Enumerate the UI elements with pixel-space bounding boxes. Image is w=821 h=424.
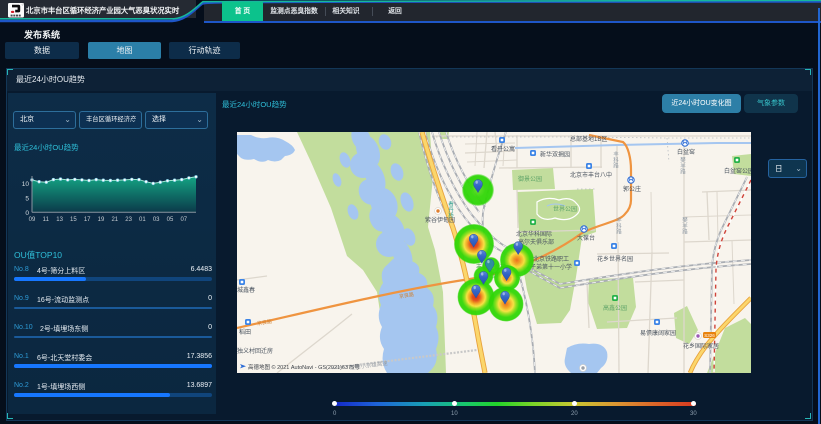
svg-text:郭公庄: 郭公庄 (623, 185, 641, 193)
svg-text:城鑫春: 城鑫春 (237, 286, 255, 294)
svg-text:白盆窑公园: 白盆窑公园 (724, 167, 751, 175)
svg-text:21: 21 (111, 217, 118, 223)
svg-text:北京华科国际: 北京华科国际 (516, 230, 552, 238)
svg-text:白盆窑: 白盆窑 (677, 148, 695, 156)
svg-text:11: 11 (43, 217, 50, 223)
svg-text:5: 5 (25, 195, 29, 202)
svg-text:丰: 丰 (616, 216, 622, 224)
svg-text:S326: S326 (704, 333, 715, 338)
svg-text:高鑫公园: 高鑫公园 (603, 304, 627, 312)
svg-text:路: 路 (613, 162, 619, 170)
svg-text:樊: 樊 (682, 216, 688, 224)
svg-text:易倶康阔家园: 易倶康阔家园 (640, 329, 676, 337)
svg-text:稻田: 稻田 (239, 328, 251, 336)
svg-text:高德地图 © 2021 AutoNavi - GS(2021: 高德地图 © 2021 AutoNavi - GS(2021)6375号 (248, 363, 360, 371)
svg-text:23: 23 (125, 217, 132, 223)
svg-text:01: 01 (139, 217, 146, 223)
svg-text:0: 0 (25, 210, 29, 217)
svg-text:樊: 樊 (680, 156, 686, 164)
svg-text:17: 17 (84, 217, 91, 223)
svg-text:09: 09 (29, 217, 36, 223)
svg-text:羊: 羊 (680, 162, 686, 170)
svg-text:路: 路 (680, 168, 686, 176)
svg-text:御景公园: 御景公园 (518, 175, 542, 183)
svg-text:10: 10 (22, 181, 30, 188)
svg-text:丰: 丰 (613, 150, 619, 158)
svg-text:北京铁路职工: 北京铁路职工 (533, 255, 569, 263)
svg-text:北京市丰台八中: 北京市丰台八中 (570, 171, 612, 179)
svg-text:子弟第十一小学: 子弟第十一小学 (530, 263, 572, 271)
svg-text:路: 路 (616, 228, 622, 236)
svg-text:07: 07 (180, 217, 187, 223)
svg-text:羊: 羊 (682, 222, 688, 230)
svg-text:世界公园: 世界公园 (553, 205, 577, 213)
svg-text:总部基地1B区: 总部基地1B区 (570, 135, 607, 143)
svg-text:花乡国际家居: 花乡国际家居 (683, 342, 719, 350)
svg-text:05: 05 (167, 217, 174, 223)
svg-text:看丹公寓: 看丹公寓 (491, 145, 515, 153)
svg-text:新华双拥园: 新华双拥园 (540, 151, 570, 159)
svg-text:15: 15 (70, 217, 77, 223)
svg-text:桥: 桥 (448, 212, 454, 220)
svg-text:19: 19 (98, 217, 105, 223)
svg-text:13: 13 (56, 217, 63, 223)
svg-text:独义村回迁房: 独义村回迁房 (237, 347, 273, 355)
svg-text:路: 路 (682, 228, 688, 236)
svg-text:花乡世界名园: 花乡世界名园 (597, 255, 633, 263)
svg-text:03: 03 (153, 217, 160, 223)
svg-text:科: 科 (616, 222, 622, 230)
svg-text:大葆台: 大葆台 (577, 234, 595, 242)
svg-text:看: 看 (448, 200, 454, 208)
svg-text:科: 科 (613, 156, 619, 164)
